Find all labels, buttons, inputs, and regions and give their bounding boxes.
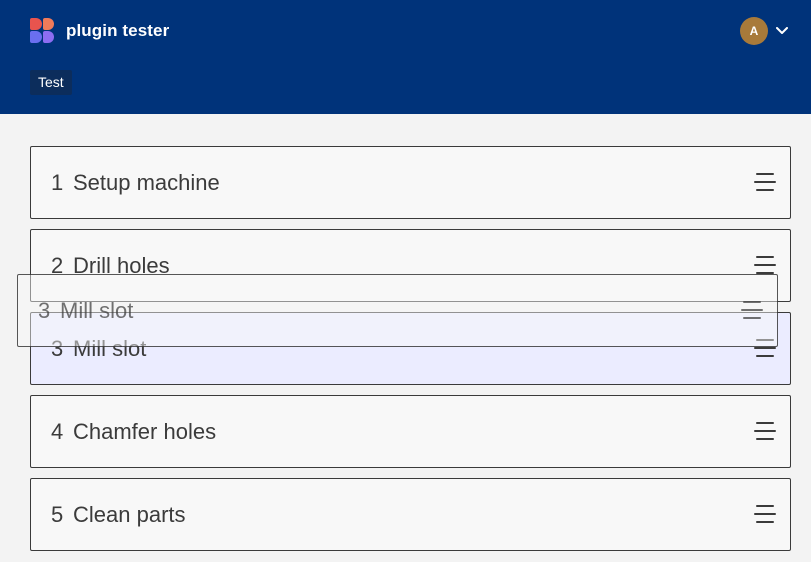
step-label: Clean parts: [73, 501, 186, 527]
step-label: Mill slot: [60, 298, 134, 323]
step-number: 4: [51, 418, 64, 444]
dragging-list-item[interactable]: 3 Mill slot: [17, 274, 778, 347]
user-menu[interactable]: A: [740, 17, 789, 45]
avatar[interactable]: A: [740, 17, 768, 45]
step-number: 5: [51, 501, 64, 527]
step-number: 3: [38, 298, 51, 323]
step-number: 1: [51, 169, 64, 195]
tab-test[interactable]: Test: [30, 70, 72, 95]
list-item[interactable]: 5 Clean parts: [30, 478, 791, 551]
top-bar: plugin tester A Test: [0, 0, 811, 114]
list-item[interactable]: 1 Setup machine: [30, 146, 791, 219]
sortable-list: 1 Setup machine 2 Drill holes 3 Mill slo…: [30, 146, 791, 561]
drag-handle-icon[interactable]: [741, 300, 763, 322]
app-logo-icon: [30, 18, 56, 44]
chevron-down-icon[interactable]: [775, 24, 789, 38]
drag-handle-icon[interactable]: [754, 172, 776, 194]
step-label: Setup machine: [73, 169, 220, 195]
drag-handle-icon[interactable]: [754, 504, 776, 526]
app-window: plugin tester A Test 1 Setup machine 2 D…: [0, 0, 811, 562]
list-item[interactable]: 4 Chamfer holes: [30, 395, 791, 468]
step-label: Chamfer holes: [73, 418, 217, 444]
app-title: plugin tester: [66, 21, 170, 40]
drag-handle-icon[interactable]: [754, 421, 776, 443]
brand[interactable]: plugin tester: [30, 18, 169, 44]
